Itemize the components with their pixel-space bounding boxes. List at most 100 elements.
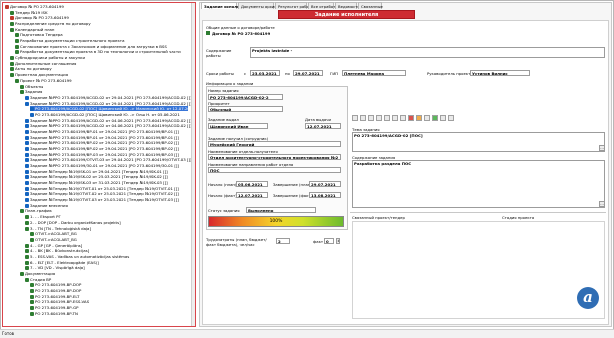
tree-item[interactable]: Задание №PPO 273-604199/30-01 от 29.04.2… bbox=[25, 163, 179, 169]
start-plan-field[interactable]: 05.06.2021 bbox=[236, 181, 268, 187]
priority-select[interactable]: Обычный bbox=[208, 106, 283, 112]
save-icon[interactable] bbox=[400, 115, 406, 121]
tab-0[interactable]: Задание исполнителя bbox=[201, 2, 252, 9]
tree-item[interactable]: Проектная документация bbox=[10, 72, 68, 78]
manager-field[interactable]: Устинов Вилнис bbox=[470, 70, 530, 76]
tree-item[interactable]: Договор № PO 273-604199 bbox=[10, 15, 69, 21]
tree-item[interactable]: План-график bbox=[20, 208, 52, 214]
tree-item[interactable]: PO 273-604199-BP-DOP bbox=[30, 288, 81, 293]
tree-item[interactable]: Задание №Тендер №19/ISK-01 от 29.04.2021… bbox=[25, 169, 168, 174]
tree-item[interactable]: Договор № PO 273-604199 bbox=[5, 4, 64, 9]
topic-field[interactable]: PO 273-604199/ACGD-02 [ПОС] bbox=[352, 132, 605, 152]
book-icon[interactable] bbox=[416, 115, 422, 121]
tab-3[interactable]: Все отработки bbox=[308, 2, 340, 9]
tree-item[interactable]: Задание №Тендер №19/OTVIT-02 от 25.03.20… bbox=[25, 191, 179, 197]
tree-item[interactable]: 6. - ELT [ELT - Elektroapgāde (EAS)] bbox=[25, 260, 99, 265]
tree-item[interactable]: 5. - ESS-VAS - Vadības un automatizācija… bbox=[25, 254, 129, 259]
effort-field[interactable]: 2 bbox=[276, 238, 290, 244]
tree-item[interactable]: Согласование проекта с Заказчиком и офор… bbox=[15, 44, 167, 49]
tree-item[interactable]: Задание №PPO 273-604199/ACGD-02 от 04.06… bbox=[25, 118, 192, 123]
export-icon[interactable] bbox=[432, 115, 438, 121]
tree-item[interactable]: Задание №PPO 273-604199/ACGD-02 от 29.04… bbox=[25, 101, 192, 106]
project-tree[interactable]: Договор № PO 273-604199 Тендер №19 ISK Дог… bbox=[2, 2, 196, 327]
tree-item[interactable]: Задание №Тендер №19/OTVIT-01 от 25.03.20… bbox=[25, 186, 179, 191]
tree-item[interactable]: PO 273-604199/ACGD-02 [ПОС] Щавинский Ю.… bbox=[30, 112, 180, 117]
tree-item[interactable]: OTVIT->ACGLABT_BG bbox=[30, 237, 77, 242]
gip-field[interactable]: Плетнева Марина bbox=[342, 70, 406, 76]
tree-item[interactable]: 7. - VD [VD - Vispārīgā daļa] bbox=[25, 265, 85, 271]
flag-icon[interactable] bbox=[408, 115, 414, 121]
tab-5[interactable]: Связанные bbox=[358, 2, 383, 9]
tree-item[interactable]: OTVIT->ACGLABT_BG bbox=[30, 231, 77, 237]
tree-item[interactable]: Проект № PO 273-604199 bbox=[15, 78, 72, 83]
tree-item[interactable]: Задание внесения bbox=[25, 203, 68, 208]
number-field[interactable]: PO 273-604199/ACGD-02-2 bbox=[208, 94, 283, 100]
import-icon[interactable] bbox=[440, 115, 446, 121]
tree-item[interactable]: Задание №PPO 273-604199/ACGD-02 от 04.06… bbox=[25, 123, 192, 129]
tree-item[interactable]: Задание №Тендер №19/ISK-03 от 31.03.2021… bbox=[25, 180, 168, 186]
received-field[interactable]: Мурейский Георгий bbox=[208, 141, 341, 147]
tree-item[interactable]: Задание №Тендер №19/OTVIT-03 от 25.03.20… bbox=[25, 197, 179, 203]
dept-exec-field[interactable]: ПОС bbox=[208, 167, 341, 173]
tab-4[interactable]: Ведомость bbox=[335, 2, 360, 9]
tab-2[interactable]: Результат работы bbox=[275, 2, 314, 9]
start-fact-field[interactable]: 12.07.2021 bbox=[236, 192, 268, 198]
tree-item[interactable]: Тендер №19 ISK bbox=[10, 10, 48, 15]
content-field[interactable]: Projekts izstrāde - bbox=[250, 47, 605, 58]
desc-more-button[interactable]: … bbox=[599, 201, 605, 207]
close-icon[interactable] bbox=[448, 115, 454, 121]
contract-link[interactable]: Договор № PO 273-604199 bbox=[212, 31, 270, 36]
tree-item[interactable]: Задание №PPO 273-604199/BP-02 от 29.04.2… bbox=[25, 140, 179, 146]
topic-more-button[interactable]: … bbox=[599, 145, 605, 151]
delete-icon[interactable] bbox=[376, 115, 382, 121]
tree-item[interactable]: Документация bbox=[20, 271, 55, 276]
tree-item[interactable]: Задание №PPO 273-604199/BP-01 от 29.04.2… bbox=[25, 129, 179, 134]
tree-item[interactable]: Объекты bbox=[20, 84, 43, 89]
linked-projects-grid[interactable] bbox=[352, 221, 605, 319]
tree-item[interactable]: Разработка документации строительного пр… bbox=[15, 38, 124, 44]
to-date-field[interactable]: 29.07.2021 bbox=[293, 70, 323, 76]
issue-date-field[interactable]: 12.07.2021 bbox=[305, 123, 341, 129]
tree-item[interactable]: Распределение средств по договору bbox=[10, 21, 91, 27]
tree-item[interactable]: PO 273-604199/ACGD-02 [ПОС] Щавинский Ю.… bbox=[30, 106, 195, 112]
tree-item[interactable]: Стадия BP bbox=[25, 277, 51, 282]
tree-item[interactable]: PO 273-604199-BP-ESS-VAS bbox=[30, 299, 89, 305]
tree-item[interactable]: PO 273-604199-BP-ELT bbox=[30, 294, 79, 299]
tree-scrollbar[interactable] bbox=[191, 3, 195, 326]
end-fact-field[interactable]: 13.08.2021 bbox=[309, 192, 341, 198]
tree-item[interactable]: Задание №PPO 273-604199/BP-02 от 29.04.2… bbox=[25, 146, 179, 151]
desc-field[interactable]: Разработка раздела ПОС bbox=[352, 160, 605, 208]
tree-item[interactable]: PO 273-604199-BP-DOP bbox=[30, 282, 81, 288]
search-icon[interactable] bbox=[424, 115, 430, 121]
tree-item[interactable]: PO 273-604199-BP-TN bbox=[30, 311, 78, 316]
state-select[interactable]: Выполнено bbox=[246, 207, 316, 213]
cut-icon[interactable] bbox=[368, 115, 374, 121]
tree-item[interactable]: Задание №PPO 273-604199/OTVIT-03 от 29.0… bbox=[25, 157, 192, 163]
refresh-icon[interactable] bbox=[392, 115, 398, 121]
print-icon[interactable] bbox=[384, 115, 390, 121]
issued-field[interactable]: Щавинский Иван bbox=[208, 123, 268, 129]
tree-item[interactable]: Подготовка Тендера bbox=[15, 32, 63, 38]
tree-item[interactable]: Задание №PPO 273-604199/ACGD-02 от 29.04… bbox=[25, 95, 192, 100]
tree-item[interactable]: 1. - - Eksport РГ bbox=[25, 214, 61, 220]
tab-1[interactable]: Документы архива bbox=[238, 2, 279, 9]
tree-item[interactable]: Акты по договору bbox=[10, 66, 52, 72]
copy-icon[interactable] bbox=[360, 115, 366, 121]
fact-stepper[interactable]: ⇕ bbox=[336, 238, 340, 244]
tree-item[interactable]: Задание №PPO 273-604199/BP-03 от 29.04.2… bbox=[25, 152, 179, 157]
dept-recv-field[interactable]: Отдел архитектурно-строительного проекти… bbox=[208, 154, 341, 160]
tree-item[interactable]: 4. - BK [BK - Būvkonstrukcijas] bbox=[25, 248, 89, 254]
tree-item[interactable]: Субподрядчики работы и закупки bbox=[10, 55, 85, 61]
tree-item[interactable]: 3. - TN [TN - Tehnoloģiskā daļa] bbox=[25, 226, 91, 231]
tree-item[interactable]: Задание №PPO 273-604199/BP-01 от 29.04.2… bbox=[25, 135, 179, 140]
from-date-field[interactable]: 23.03.2021 bbox=[250, 70, 280, 76]
fact-field[interactable]: 0 bbox=[324, 238, 334, 244]
tree-item[interactable]: Дополнительные соглашения bbox=[10, 61, 76, 66]
tree-item[interactable]: Задание №Тендер №19/ISK-02 от 25.03.2021… bbox=[25, 174, 168, 180]
tree-item[interactable]: 4. - GP [GP - Ģenerālplāns] bbox=[25, 243, 82, 248]
tree-item[interactable]: 2. - DOP [DOP - Darbu organizēšanas proj… bbox=[25, 220, 121, 225]
new-icon[interactable] bbox=[352, 115, 358, 121]
tree-item[interactable]: Задания bbox=[20, 89, 42, 95]
end-plan-field[interactable]: 29.07.2021 bbox=[309, 181, 341, 187]
tree-item[interactable]: PO 273-604199-BP-GP bbox=[30, 305, 78, 311]
